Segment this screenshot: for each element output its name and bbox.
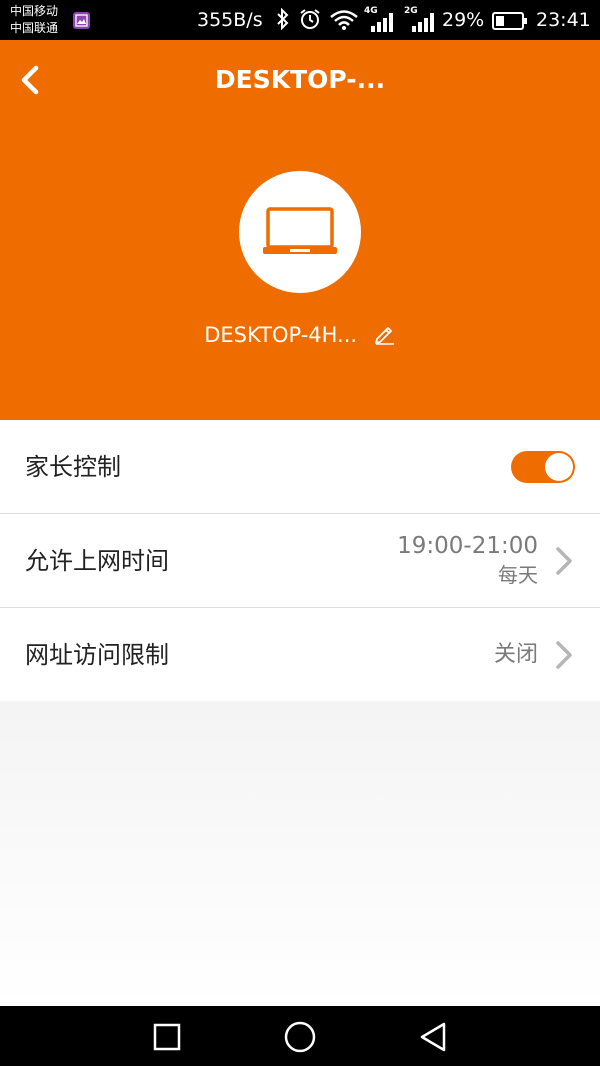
settings-list: 家长控制 允许上网时间 19:00-21:00 每天 网址访问限制 关闭 — [0, 420, 600, 701]
gallery-app-icon — [73, 12, 90, 29]
navigation-bar — [0, 1006, 600, 1066]
url-restriction-row[interactable]: 网址访问限制 关闭 — [0, 608, 600, 701]
online-time-value: 19:00-21:00 每天 — [397, 532, 538, 590]
laptop-icon — [263, 207, 337, 254]
parental-control-row: 家长控制 — [0, 420, 600, 514]
bluetooth-icon — [277, 8, 289, 30]
carrier-names: 中国移动 中国联通 — [10, 3, 58, 37]
carrier-1: 中国移动 — [10, 4, 59, 18]
home-button[interactable] — [283, 1020, 317, 1054]
parental-control-toggle[interactable] — [511, 451, 575, 483]
battery-icon — [492, 12, 527, 30]
device-avatar — [239, 171, 361, 293]
toggle-knob — [545, 453, 573, 481]
status-bar: 中国移动 中国联通 355B/s 4G 2G 29% 23:41 — [0, 0, 600, 40]
clock: 23:41 — [536, 9, 591, 31]
url-restriction-value: 关闭 — [493, 642, 538, 667]
signal-icon-2 — [412, 13, 434, 32]
device-name: DESKTOP-4H... — [204, 323, 358, 347]
circle-icon — [284, 1021, 316, 1053]
device-name-row[interactable]: DESKTOP-4H... — [0, 323, 600, 347]
online-time-label: 允许上网时间 — [25, 547, 169, 575]
alarm-icon — [300, 9, 320, 29]
carrier-2: 中国联通 — [10, 21, 59, 35]
chevron-right-icon — [556, 641, 572, 669]
page-title: DESKTOP-... — [214, 65, 386, 94]
online-time-row[interactable]: 允许上网时间 19:00-21:00 每天 — [0, 514, 600, 608]
chevron-right-icon — [556, 547, 572, 575]
wifi-icon — [330, 10, 358, 30]
online-time-repeat: 每天 — [498, 563, 538, 587]
signal-icon — [371, 13, 393, 32]
content-background — [0, 701, 600, 1006]
url-restriction-label: 网址访问限制 — [25, 641, 169, 669]
device-header: DESKTOP-... DESKTOP-4H... — [0, 40, 600, 420]
online-time-range: 19:00-21:00 — [397, 533, 538, 559]
network-speed: 355B/s — [197, 9, 263, 31]
battery-percentage: 29% — [442, 9, 485, 31]
triangle-icon — [420, 1022, 446, 1052]
pencil-icon[interactable] — [374, 323, 396, 345]
recent-apps-button[interactable] — [150, 1020, 184, 1054]
system-back-button[interactable] — [416, 1020, 450, 1054]
parental-control-label: 家长控制 — [25, 453, 121, 481]
square-icon — [153, 1023, 181, 1051]
